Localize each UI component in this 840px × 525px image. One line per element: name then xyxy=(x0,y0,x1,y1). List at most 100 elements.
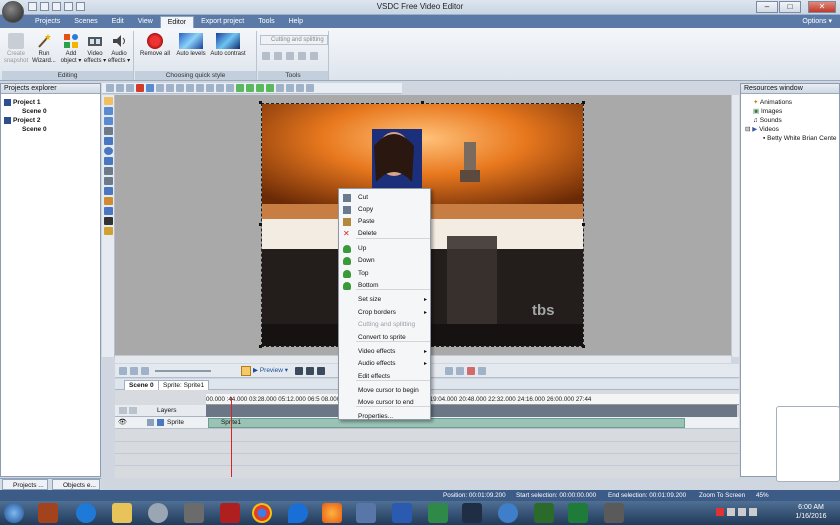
layer-down-icon[interactable] xyxy=(246,84,254,92)
paste-icon[interactable] xyxy=(126,84,134,92)
add-object-button[interactable]: Add object ▾ xyxy=(58,33,84,64)
resize-handle[interactable] xyxy=(582,101,585,104)
vsdc-taskbar-icon[interactable] xyxy=(604,503,624,523)
context-menu-item-bottom[interactable]: Bottom xyxy=(339,280,432,292)
media-player-icon[interactable] xyxy=(148,503,168,523)
tab-export-project[interactable]: Export project xyxy=(194,16,251,28)
tray-icon[interactable] xyxy=(727,508,735,516)
polygon-icon[interactable] xyxy=(103,157,113,165)
image-icon[interactable] xyxy=(103,117,113,125)
tab-help[interactable]: Help xyxy=(282,16,310,28)
pointer-icon[interactable] xyxy=(103,97,113,105)
align-bottom-icon[interactable] xyxy=(226,84,234,92)
resource-sounds[interactable]: ♫ Sounds xyxy=(745,116,839,125)
tab-objects-explorer[interactable]: Objects e... xyxy=(52,479,100,490)
tree-item-project-2[interactable]: Project 2 xyxy=(4,116,100,125)
layer-up-icon[interactable] xyxy=(236,84,244,92)
droplet-app-icon[interactable] xyxy=(288,503,308,523)
context-menu-item-video-effects[interactable]: Video effects ▸ xyxy=(339,346,432,358)
internet-explorer-icon[interactable] xyxy=(76,503,96,523)
context-menu-item-move-cursor-to-begin[interactable]: Move cursor to begin xyxy=(339,385,432,397)
taskbar-app-icon[interactable] xyxy=(356,503,376,523)
vsdc-logo-icon[interactable] xyxy=(2,1,24,23)
resource-video-file[interactable]: ▪ Betty White Brian Cente xyxy=(745,134,839,143)
preview-button[interactable]: ▶ Preview ▾ xyxy=(253,366,288,376)
context-menu-item-edit-effects[interactable]: Edit effects xyxy=(339,371,432,383)
rewind-icon[interactable] xyxy=(317,367,325,375)
zoom-in-icon[interactable] xyxy=(119,367,127,375)
taskbar-app-icon[interactable] xyxy=(498,503,518,523)
context-menu-item-top[interactable]: Top xyxy=(339,268,432,280)
tab-editor[interactable]: Editor xyxy=(159,16,195,28)
resize-handle[interactable] xyxy=(259,101,262,104)
context-menu-item-properties[interactable]: Properties... xyxy=(339,411,432,423)
fit-icon[interactable] xyxy=(296,84,304,92)
layer-bottom-icon[interactable] xyxy=(266,84,274,92)
context-menu-item-move-cursor-to-end[interactable]: Move cursor to end xyxy=(339,397,432,409)
resize-handle[interactable] xyxy=(582,345,585,348)
video-effects-button[interactable]: Video effects ▾ xyxy=(82,33,108,64)
zoom-value[interactable]: 45% xyxy=(756,490,769,501)
video-icon[interactable] xyxy=(103,207,113,215)
context-menu-item-up[interactable]: Up xyxy=(339,243,432,255)
resource-videos[interactable]: ⊟ ▶ Videos xyxy=(745,125,839,134)
taskbar-app-icon[interactable] xyxy=(428,503,448,523)
line-icon[interactable] xyxy=(103,127,113,135)
redo-icon[interactable] xyxy=(166,84,174,92)
resource-animations[interactable]: ✦ Animations xyxy=(745,98,839,107)
context-menu-item-down[interactable]: Down xyxy=(339,255,432,267)
taskbar-app-icon[interactable] xyxy=(534,503,554,523)
crop-icon[interactable] xyxy=(286,52,294,60)
trim-icon[interactable] xyxy=(262,52,270,60)
auto-levels-button[interactable]: Auto levels xyxy=(175,33,207,58)
context-menu-item-crop-borders[interactable]: Crop borders ▸ xyxy=(339,307,432,319)
chart-icon[interactable] xyxy=(103,167,113,175)
minimize-button[interactable]: – xyxy=(756,1,778,13)
align-left-icon[interactable] xyxy=(176,84,184,92)
taskbar-app-icon[interactable] xyxy=(38,503,58,523)
music-icon[interactable] xyxy=(103,217,113,225)
visibility-icon[interactable] xyxy=(119,407,127,414)
start-button[interactable] xyxy=(4,503,24,523)
time-ruler[interactable]: 00.000 :44.000 03:28.000 05:12.000 06:5 … xyxy=(206,394,739,405)
tab-projects[interactable]: Projects xyxy=(28,16,67,28)
split-icon[interactable] xyxy=(456,367,464,375)
word-icon[interactable] xyxy=(392,503,412,523)
tab-edit[interactable]: Edit xyxy=(105,16,131,28)
context-menu-item-copy[interactable]: Copy xyxy=(339,204,432,216)
layer-top-icon[interactable] xyxy=(256,84,264,92)
resize-handle[interactable] xyxy=(259,345,262,348)
context-menu-item-paste[interactable]: Paste xyxy=(339,216,432,228)
audio-app-icon[interactable] xyxy=(462,503,482,523)
tab-tools[interactable]: Tools xyxy=(251,16,281,28)
resize-handle[interactable] xyxy=(582,223,585,226)
previous-frame-icon[interactable] xyxy=(306,367,314,375)
cut-icon[interactable] xyxy=(445,367,453,375)
sprite-icon[interactable] xyxy=(103,187,113,195)
context-menu-item-delete[interactable]: ✕ Delete xyxy=(339,228,432,240)
subtitle-icon[interactable] xyxy=(103,227,113,235)
volume-icon[interactable] xyxy=(749,508,757,516)
maximize-button[interactable]: □ xyxy=(779,1,801,13)
text-icon[interactable] xyxy=(103,107,113,115)
bezier-icon[interactable] xyxy=(103,177,113,185)
tab-sprite-sprite1[interactable]: Sprite: Sprite1 xyxy=(158,380,210,390)
grid-icon[interactable] xyxy=(276,84,284,92)
remove-all-button[interactable]: Remove all xyxy=(138,33,172,58)
tab-scene-0[interactable]: Scene 0 xyxy=(124,380,159,390)
close-button[interactable]: ✕ xyxy=(808,1,836,13)
marker-icon[interactable] xyxy=(467,367,475,375)
rotate-right-icon[interactable] xyxy=(310,52,318,60)
cutting-splitting-button[interactable]: Cutting and splitting xyxy=(260,35,328,45)
ellipse-icon[interactable] xyxy=(103,147,113,155)
animation-icon[interactable] xyxy=(103,197,113,205)
options-menu[interactable]: Options ▾ xyxy=(802,17,832,25)
create-snapshot-button[interactable]: Create snapshot xyxy=(3,33,29,64)
tab-scenes[interactable]: Scenes xyxy=(67,16,104,28)
calculator-icon[interactable] xyxy=(220,503,240,523)
rectangle-icon[interactable] xyxy=(103,137,113,145)
eye-icon[interactable]: 👁 xyxy=(118,419,127,427)
resize-handle[interactable] xyxy=(421,101,424,104)
file-explorer-icon[interactable] xyxy=(112,503,132,523)
context-menu-item-set-size[interactable]: Set size ▸ xyxy=(339,294,432,306)
